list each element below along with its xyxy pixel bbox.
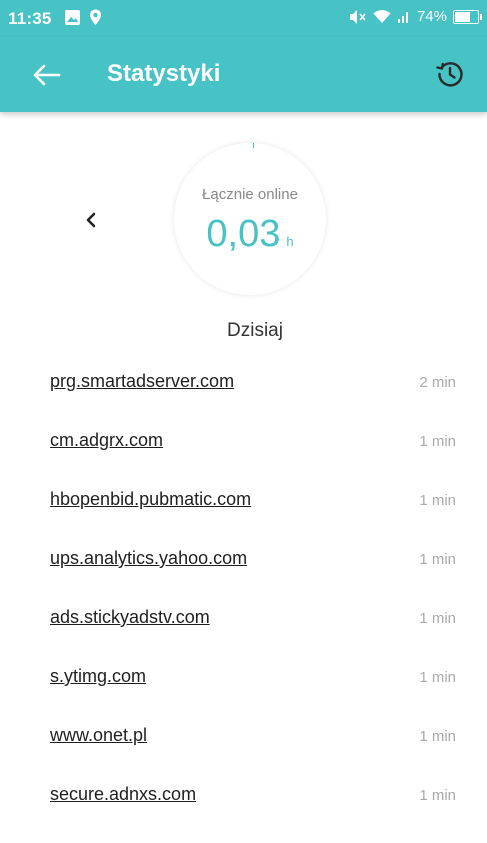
list-item[interactable]: secure.adnxs.com 1 min [50, 784, 460, 843]
ring-progress-mark [253, 143, 254, 148]
status-right-icons: 74% [349, 8, 482, 25]
site-duration: 1 min [419, 433, 456, 450]
location-icon [90, 9, 101, 25]
list-item[interactable]: prg.smartadserver.com 2 min [50, 371, 460, 430]
site-domain-link[interactable]: cm.adgrx.com [50, 430, 163, 451]
site-duration: 2 min [419, 374, 456, 391]
list-item[interactable]: ads.stickyadstv.com 1 min [50, 607, 460, 666]
site-domain-link[interactable]: hbopenbid.pubmatic.com [50, 489, 251, 510]
total-online-number: 0,03 [206, 213, 281, 255]
page-title: Statystyki [107, 60, 221, 87]
battery-level-fill [455, 11, 470, 22]
total-online-value: 0,03 h [174, 213, 326, 256]
site-duration: 1 min [419, 669, 456, 686]
list-item[interactable]: www.onet.pl 1 min [50, 725, 460, 784]
site-domain-link[interactable]: prg.smartadserver.com [50, 371, 234, 392]
list-item[interactable]: cm.adgrx.com 1 min [50, 430, 460, 489]
site-list: prg.smartadserver.com 2 min cm.adgrx.com 1 … [50, 371, 460, 843]
history-icon[interactable] [435, 59, 465, 89]
site-duration: 1 min [419, 492, 456, 509]
wifi-icon [373, 10, 391, 23]
site-domain-link[interactable]: ads.stickyadstv.com [50, 607, 210, 628]
back-arrow-icon[interactable] [30, 61, 62, 89]
app-bar: Statystyki [0, 37, 487, 112]
status-time: 11:35 [8, 9, 52, 28]
site-duration: 1 min [419, 728, 456, 745]
battery-icon [453, 9, 482, 24]
status-bar: 11:35 74% [0, 0, 487, 37]
list-item[interactable]: ups.analytics.yahoo.com 1 min [50, 548, 460, 607]
signal-icon [397, 11, 408, 23]
site-domain-link[interactable]: www.onet.pl [50, 725, 147, 746]
battery-percent: 74% [416, 8, 447, 25]
site-domain-link[interactable]: s.ytimg.com [50, 666, 146, 687]
list-item[interactable]: s.ytimg.com 1 min [50, 666, 460, 725]
list-item[interactable]: hbopenbid.pubmatic.com 1 min [50, 489, 460, 548]
site-duration: 1 min [419, 787, 456, 804]
site-duration: 1 min [419, 610, 456, 627]
chevron-left-icon[interactable] [80, 206, 104, 234]
mute-icon [349, 9, 366, 24]
total-online-label: Łącznie online [202, 186, 298, 203]
image-icon [65, 10, 80, 25]
site-domain-link[interactable]: secure.adnxs.com [50, 784, 196, 805]
period-label: Dzisiaj [227, 320, 283, 341]
total-online-unit: h [286, 234, 294, 249]
site-duration: 1 min [419, 551, 456, 568]
site-domain-link[interactable]: ups.analytics.yahoo.com [50, 548, 247, 569]
